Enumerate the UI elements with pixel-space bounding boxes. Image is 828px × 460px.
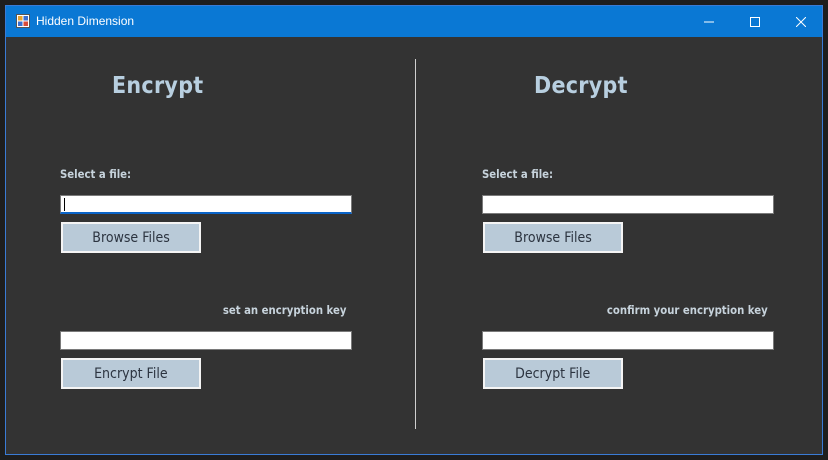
minimize-button[interactable]	[686, 6, 732, 37]
minimize-icon	[704, 21, 714, 22]
app-icon	[16, 14, 30, 28]
section-divider	[415, 59, 416, 429]
encrypt-browse-button[interactable]: Browse Files	[61, 222, 201, 253]
decrypt-key-input[interactable]	[482, 331, 774, 350]
close-icon	[796, 16, 806, 27]
maximize-icon	[750, 16, 760, 27]
title-bar[interactable]: Hidden Dimension	[6, 6, 822, 37]
main-panel: Encrypt Select a file: Browse Files set …	[6, 37, 822, 454]
encrypt-key-label: set an encryption key	[222, 303, 346, 317]
decrypt-browse-button[interactable]: Browse Files	[483, 222, 623, 253]
decrypt-file-button-label: Decrypt File	[515, 365, 591, 382]
encrypt-key-input[interactable]	[60, 331, 352, 350]
encrypt-file-label: Select a file:	[60, 167, 132, 181]
decrypt-file-label: Select a file:	[482, 167, 554, 181]
encrypt-heading: Encrypt	[112, 73, 204, 99]
encrypt-file-button[interactable]: Encrypt File	[61, 358, 201, 389]
close-button[interactable]	[778, 6, 822, 37]
decrypt-heading: Decrypt	[534, 73, 628, 99]
decrypt-browse-label: Browse Files	[514, 229, 592, 246]
encrypt-file-input[interactable]	[60, 195, 352, 214]
window-title: Hidden Dimension	[36, 14, 135, 28]
encrypt-file-button-label: Encrypt File	[94, 365, 168, 382]
decrypt-file-button[interactable]: Decrypt File	[483, 358, 623, 389]
text-caret	[64, 198, 65, 211]
maximize-button[interactable]	[732, 6, 778, 37]
app-window: Hidden Dimension Encrypt Select a file: …	[5, 5, 823, 455]
encrypt-browse-label: Browse Files	[92, 229, 170, 246]
decrypt-file-input[interactable]	[482, 195, 774, 214]
decrypt-key-label: confirm your encryption key	[607, 303, 768, 317]
